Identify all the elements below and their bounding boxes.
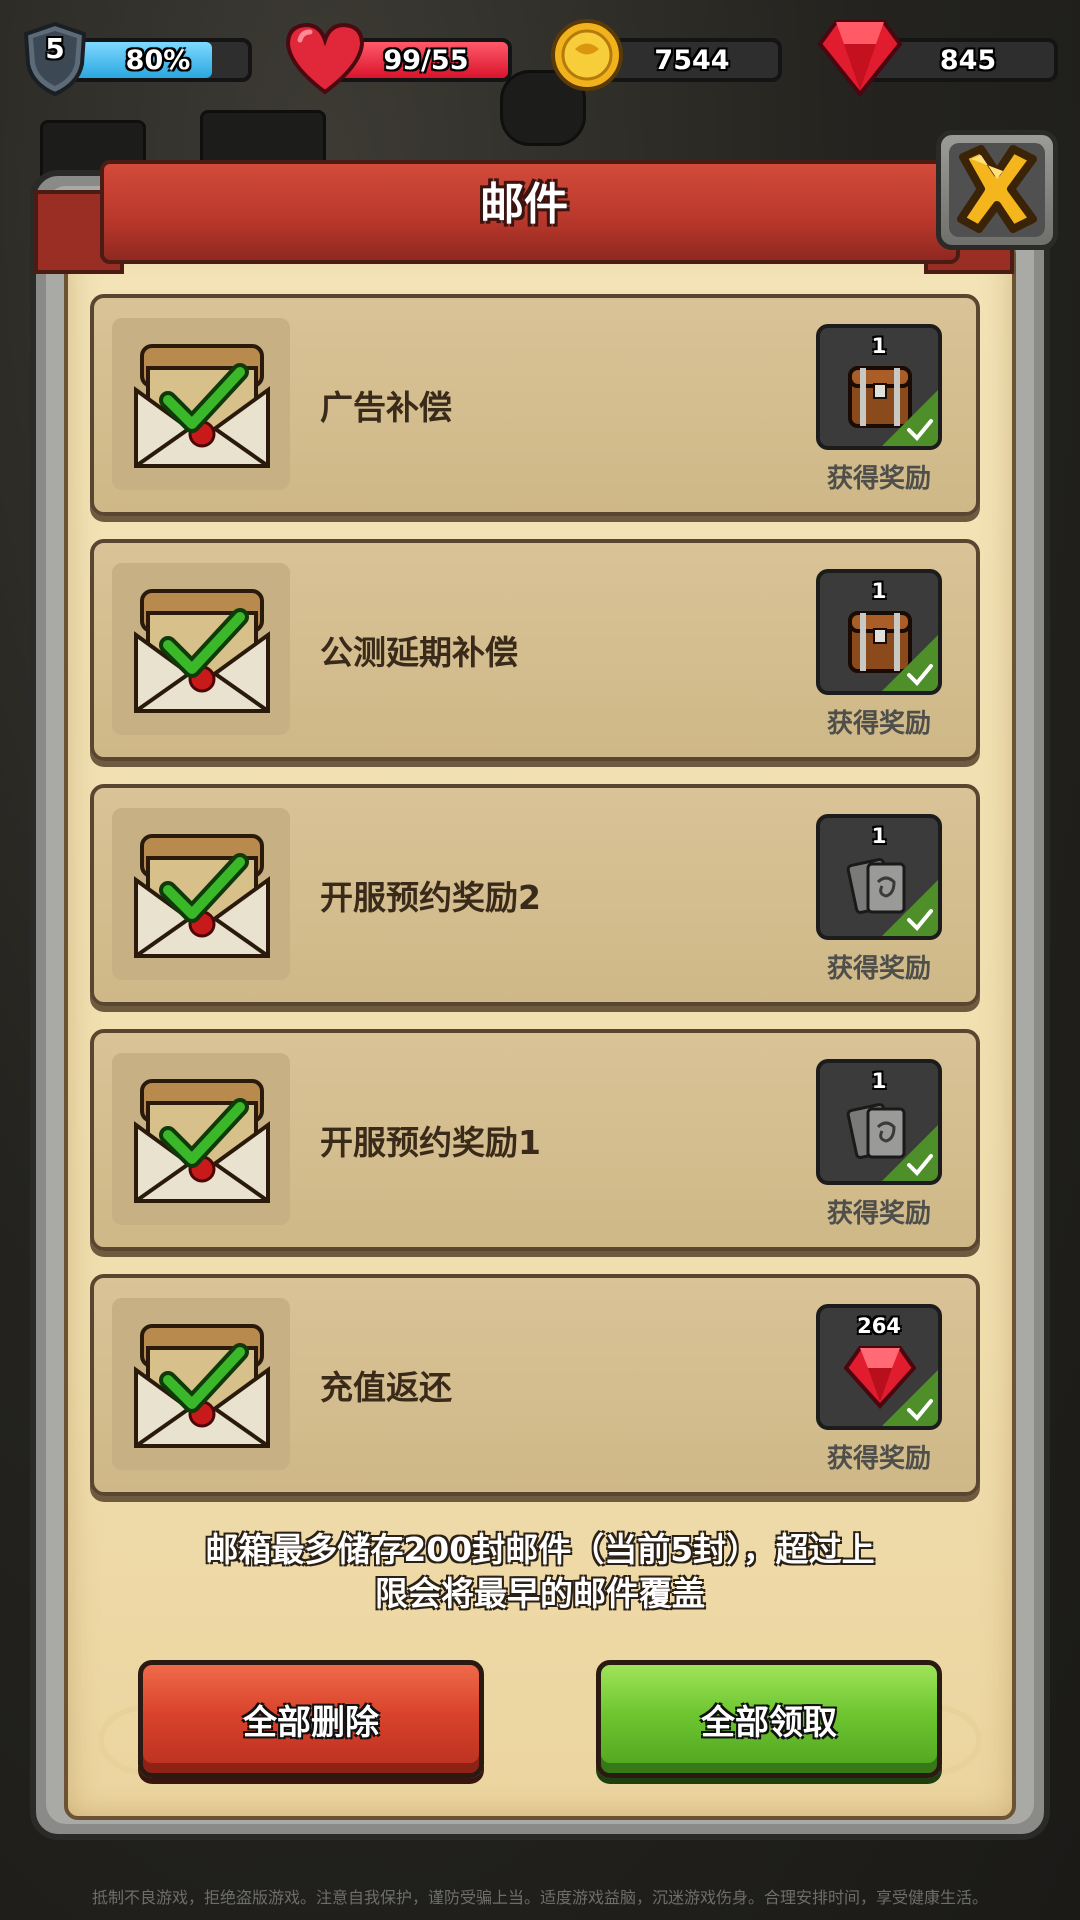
mail-title: 广告补偿	[320, 388, 452, 427]
reward-count: 1	[871, 1069, 887, 1093]
mail-thumbnail	[112, 1298, 290, 1470]
reward-slot: 1	[816, 814, 942, 940]
mail-title: 开服预约奖励2	[320, 878, 541, 917]
mail-title: 充值返还	[320, 1368, 452, 1407]
xp-bar: 80%	[64, 38, 252, 82]
gold-coin-icon	[548, 16, 626, 94]
reward-count: 1	[871, 334, 887, 358]
opened-envelope-icon	[134, 589, 270, 713]
heart-icon	[282, 20, 368, 96]
reward-count: 1	[871, 579, 887, 603]
note-line-1: 邮箱最多储存200封邮件（当前5封），超过上	[205, 1530, 875, 1569]
opened-envelope-icon	[134, 344, 270, 468]
health-disclaimer: 抵制不良游戏，拒绝盗版游戏。注意自我保护，谨防受骗上当。适度游戏益脑，沉迷游戏伤…	[91, 1888, 988, 1907]
check-icon	[907, 664, 933, 686]
mail-list: 广告补偿 1 获得奖励 公测延期补偿 1 获得奖励 开服预约奖励2 1 获得奖励…	[90, 294, 980, 1519]
check-icon	[907, 1154, 933, 1176]
mail-item[interactable]: 公测延期补偿 1 获得奖励	[90, 539, 980, 761]
mail-item[interactable]: 开服预约奖励2 1 获得奖励	[90, 784, 980, 1006]
opened-envelope-icon	[134, 1079, 270, 1203]
mail-item[interactable]: 充值返还 264 获得奖励	[90, 1274, 980, 1496]
check-icon	[907, 1399, 933, 1421]
title-ribbon: 邮件	[34, 150, 1014, 278]
mail-thumbnail	[112, 563, 290, 735]
dialog-title: 邮件	[480, 179, 568, 230]
mail-thumbnail	[112, 1053, 290, 1225]
mail-title: 公测延期补偿	[320, 633, 518, 672]
mail-thumbnail	[112, 808, 290, 980]
reward-slot: 1	[816, 324, 942, 450]
mail-item[interactable]: 广告补偿 1 获得奖励	[90, 294, 980, 516]
level-shield-icon: 5	[22, 21, 88, 97]
delete-all-button[interactable]: 全部删除	[138, 1660, 484, 1778]
reward-count: 1	[871, 824, 887, 848]
opened-envelope-icon	[134, 1324, 270, 1448]
mail-thumbnail	[112, 318, 290, 490]
reward-status: 获得奖励	[826, 1199, 931, 1229]
top-status-bar: 80% 5 99/55 7544 845	[0, 19, 1080, 102]
ruby-gem-icon	[816, 16, 904, 98]
reward-count: 264	[857, 1314, 901, 1338]
claim-all-button[interactable]: 全部领取	[596, 1660, 942, 1778]
reward-slot: 1	[816, 569, 942, 695]
reward-status: 获得奖励	[826, 954, 931, 984]
mail-item[interactable]: 开服预约奖励1 1 获得奖励	[90, 1029, 980, 1251]
note-line-2: 限会将最早的邮件覆盖	[375, 1574, 705, 1613]
check-icon	[907, 909, 933, 931]
xp-percent: 80%	[125, 44, 191, 76]
reward-slot: 264	[816, 1304, 942, 1430]
level-number: 5	[45, 32, 65, 65]
reward-status: 获得奖励	[826, 709, 931, 739]
close-x-icon	[957, 145, 1037, 233]
reward-slot: 1	[816, 1059, 942, 1185]
opened-envelope-icon	[134, 834, 270, 958]
close-button[interactable]	[936, 130, 1058, 250]
reward-status: 获得奖励	[826, 1444, 931, 1474]
mail-title: 开服预约奖励1	[320, 1123, 541, 1162]
reward-status: 获得奖励	[826, 464, 931, 494]
mailbox-capacity-note: 邮箱最多储存200封邮件（当前5封），超过上 限会将最早的邮件覆盖	[150, 1528, 930, 1616]
check-icon	[907, 419, 933, 441]
